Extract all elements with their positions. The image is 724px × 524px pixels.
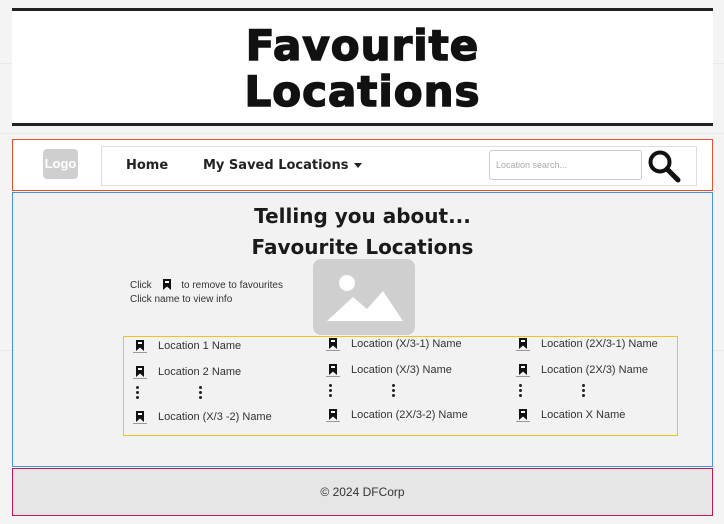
more-dots-icon (582, 384, 586, 398)
navbar: Logo Home My Saved Locations (12, 139, 713, 191)
bookmark-icon[interactable] (134, 411, 146, 423)
bookmark-icon[interactable] (327, 409, 339, 421)
instruction-remove-text: to remove to favourites (181, 280, 283, 291)
more-dots-icon (199, 386, 203, 400)
location-search-input[interactable] (489, 150, 642, 180)
bookmark-icon[interactable] (134, 366, 146, 378)
instruction-click-text: Click (130, 280, 152, 291)
nav-saved-locations-dropdown[interactable]: My Saved Locations (203, 158, 363, 173)
instructions: Click to remove to favourites Click name… (130, 279, 283, 307)
location-name[interactable]: Location (2X/3-1) Name (541, 338, 658, 350)
more-dots-icon (392, 384, 396, 398)
nav-menu: Home My Saved Locations (101, 146, 697, 186)
copyright-text: © 2024 DFCorp (320, 485, 405, 499)
bookmark-icon[interactable] (134, 340, 146, 352)
location-name[interactable]: Location X Name (541, 409, 625, 421)
nav-home-link[interactable]: Home (126, 158, 168, 173)
favourites-list: Location 1 Name Location 2 Name Location… (123, 336, 678, 436)
bookmark-icon[interactable] (517, 338, 529, 350)
logo[interactable]: Logo (43, 149, 78, 179)
more-dots-icon (136, 386, 140, 400)
location-name[interactable]: Location 2 Name (158, 366, 241, 378)
bookmark-icon[interactable] (517, 409, 529, 421)
instruction-view-text: Click name to view info (130, 294, 233, 305)
bookmark-icon[interactable] (327, 338, 339, 350)
caret-down-icon (354, 163, 363, 168)
more-dots-icon (519, 384, 523, 398)
site-title: Favourite Locations (244, 21, 481, 116)
more-dots-icon (329, 384, 333, 398)
location-name[interactable]: Location (2X/3) Name (541, 364, 648, 376)
location-name[interactable]: Location (X/3 -2) Name (158, 411, 272, 423)
page-title: Telling you about... Favourite Locations (251, 204, 474, 259)
bookmark-icon[interactable] (327, 364, 339, 376)
location-name[interactable]: Location (X/3) Name (351, 364, 452, 376)
image-placeholder-icon (313, 259, 415, 335)
site-header: Favourite Locations (12, 8, 713, 126)
search-icon[interactable] (647, 149, 681, 183)
site-footer: © 2024 DFCorp (12, 468, 713, 516)
location-name[interactable]: Location 1 Name (158, 340, 241, 352)
main-content: Telling you about... Favourite Locations… (12, 192, 713, 467)
bookmark-icon[interactable] (517, 364, 529, 376)
nav-saved-locations-label: My Saved Locations (203, 158, 349, 173)
location-name[interactable]: Location (2X/3-2) Name (351, 409, 468, 421)
bookmark-icon (163, 279, 172, 291)
location-name[interactable]: Location (X/3-1) Name (351, 338, 462, 350)
